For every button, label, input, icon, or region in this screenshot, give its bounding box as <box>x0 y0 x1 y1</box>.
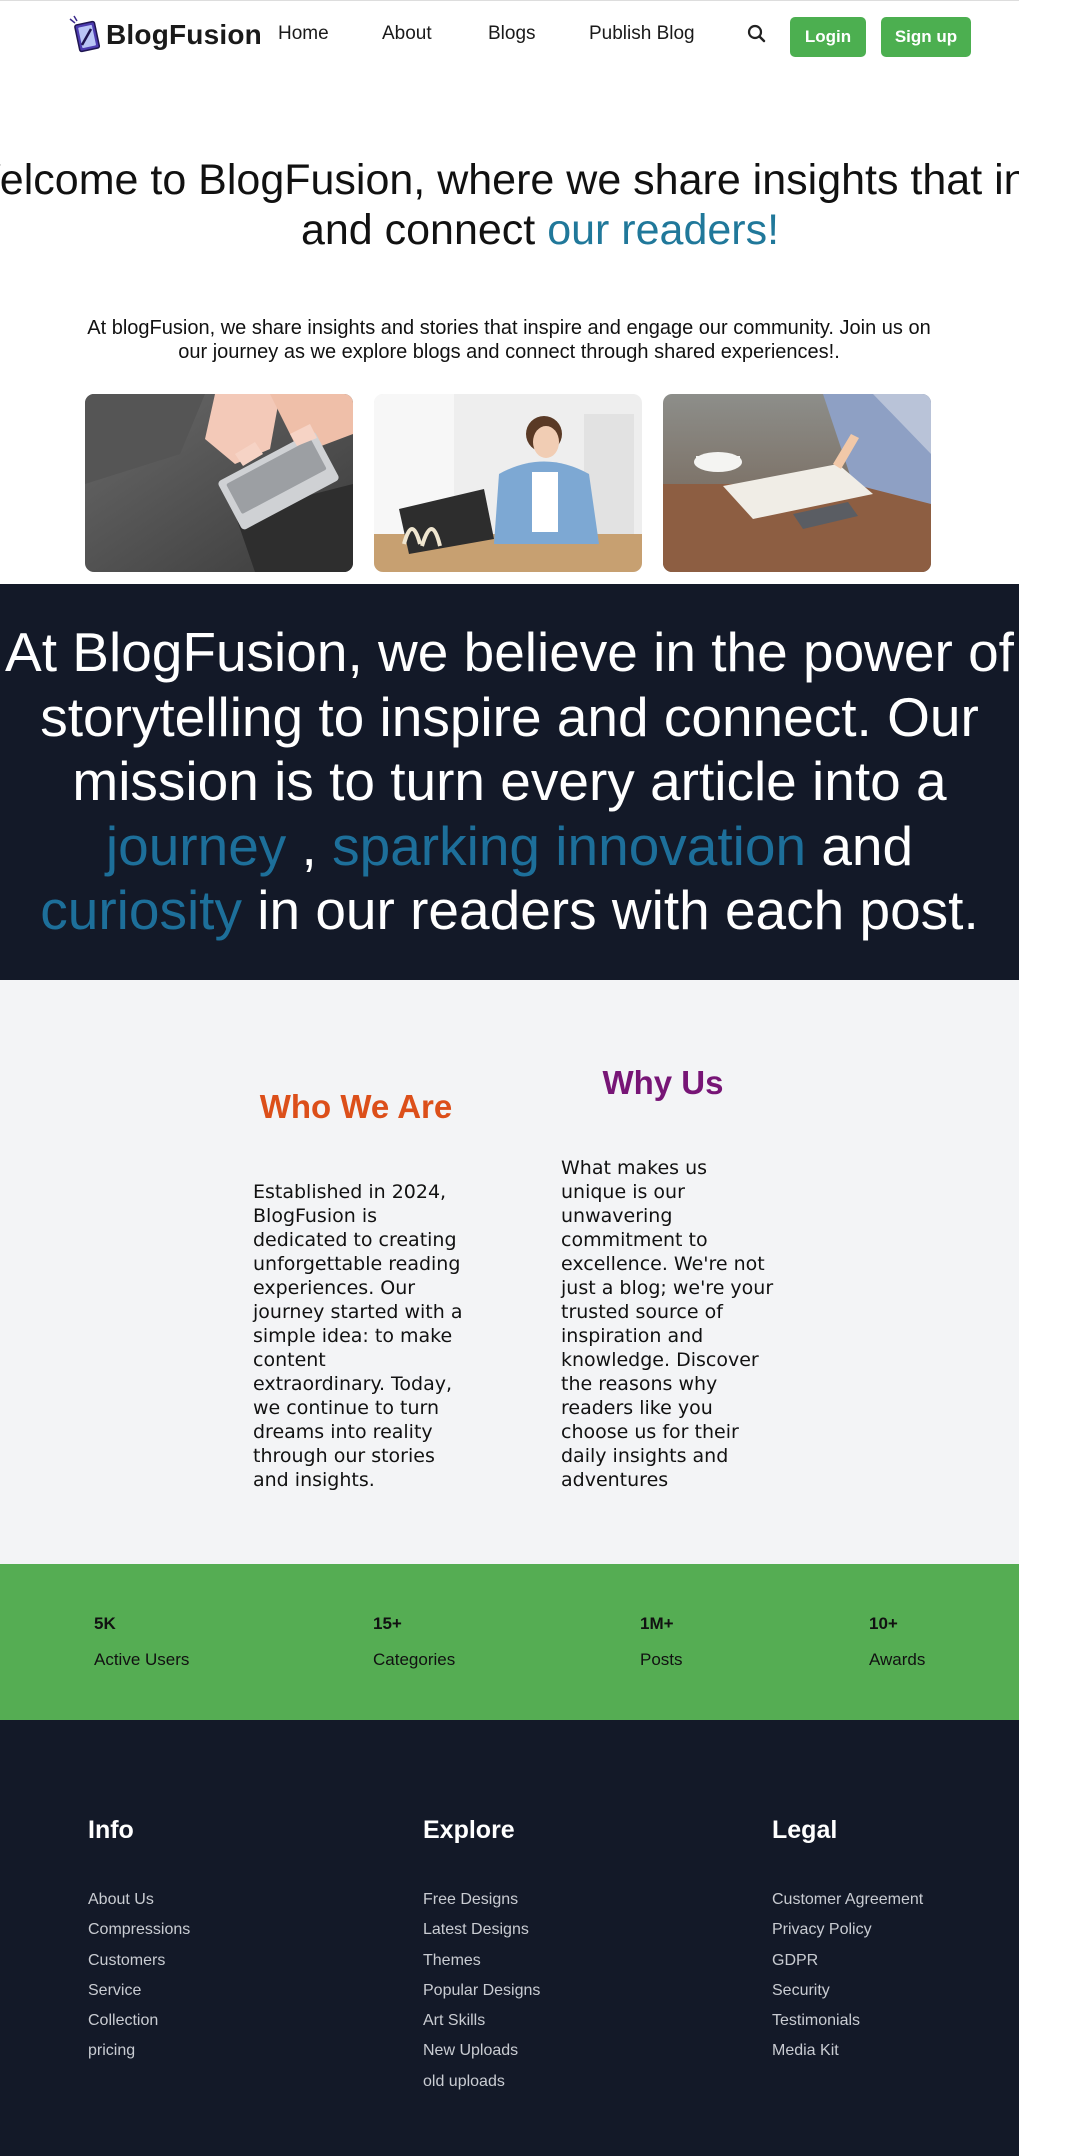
mission-accent-innovation: sparking innovation <box>332 814 807 877</box>
stat-value: 1M+ <box>640 1614 674 1633</box>
mission-line2: storytelling to inspire and connect. Our <box>40 685 979 748</box>
footer: Info About Us Compressions Customers Ser… <box>0 1720 1019 2156</box>
footer-legal-heading: Legal <box>772 1816 838 1844</box>
nav-publish-blog-link[interactable]: Publish Blog <box>589 23 695 45</box>
nav-blogs-link[interactable]: Blogs <box>488 23 536 45</box>
mission-and: and <box>806 814 914 877</box>
stat-label: Active Users <box>94 1650 190 1669</box>
stat-active-users: 5K Active Users <box>94 1614 189 1670</box>
mission-accent-curiosity: curiosity <box>40 879 242 941</box>
footer-link-old-uploads[interactable]: old uploads <box>423 2067 540 2097</box>
footer-link-collection[interactable]: Collection <box>88 2006 190 2036</box>
stat-awards: 10+ Awards <box>869 1614 925 1670</box>
hero-title-line2-prefix: and connect <box>300 206 548 254</box>
book-pen-logo-icon <box>69 15 101 53</box>
hero-title-line1: Welcome to BlogFusion, where we share in… <box>0 156 1080 204</box>
footer-explore-column: Explore Free Designs Latest Designs Them… <box>423 1816 540 2097</box>
page-right-gutter <box>1019 0 1080 2156</box>
login-button[interactable]: Login <box>790 17 866 57</box>
footer-link-compressions[interactable]: Compressions <box>88 1915 190 1945</box>
hero-title-accent: our readers! <box>547 206 780 254</box>
hero-subtitle: At blogFusion, we share insights and sto… <box>87 317 931 363</box>
footer-link-media-kit[interactable]: Media Kit <box>772 2036 923 2066</box>
stat-label: Posts <box>640 1650 683 1669</box>
stat-value: 5K <box>94 1614 116 1633</box>
hero-image-writing-notebook <box>663 394 931 572</box>
stat-label: Awards <box>869 1650 926 1669</box>
footer-explore-heading: Explore <box>423 1816 515 1844</box>
about-section: Who We Are Established in 2024, BlogFusi… <box>0 980 1019 1564</box>
nav-home-link[interactable]: Home <box>278 23 329 45</box>
mission-section: At BlogFusion, we believe in the power o… <box>0 584 1019 980</box>
mission-line1: At BlogFusion, we believe in the power o… <box>5 621 1014 683</box>
footer-link-customers[interactable]: Customers <box>88 1946 190 1976</box>
footer-link-pricing[interactable]: pricing <box>88 2036 190 2066</box>
search-icon <box>747 24 766 43</box>
mission-tail: in our readers with each post. <box>241 879 979 941</box>
nav-about-link[interactable]: About <box>382 23 432 45</box>
footer-link-art-skills[interactable]: Art Skills <box>423 2006 540 2036</box>
stat-value: 10+ <box>869 1614 898 1633</box>
signup-button[interactable]: Sign up <box>881 17 971 57</box>
search-button[interactable] <box>744 21 770 47</box>
why-us-text: What makes us unique is our unwavering c… <box>561 1157 774 1491</box>
stats-section: 5K Active Users 15+ Categories 1M+ Posts… <box>0 1564 1019 1720</box>
brand-name: BlogFusion <box>106 19 262 50</box>
footer-link-privacy-policy[interactable]: Privacy Policy <box>772 1915 923 1945</box>
footer-link-popular-designs[interactable]: Popular Designs <box>423 1976 540 2006</box>
footer-info-column: Info About Us Compressions Customers Ser… <box>88 1816 190 2067</box>
footer-link-customer-agreement[interactable]: Customer Agreement <box>772 1885 923 1915</box>
hero-image-woman-at-laptop <box>374 394 642 572</box>
who-we-are-heading: Who We Are <box>259 1088 453 1125</box>
brand-home-link[interactable]: BlogFusion <box>68 15 262 55</box>
footer-info-heading: Info <box>88 1816 134 1844</box>
stat-label: Categories <box>373 1650 456 1669</box>
footer-link-service[interactable]: Service <box>88 1976 190 2006</box>
footer-legal-column: Legal Customer Agreement Privacy Policy … <box>772 1816 923 2067</box>
why-us-heading: Why Us <box>602 1064 724 1101</box>
stat-value: 15+ <box>373 1614 402 1633</box>
footer-link-free-designs[interactable]: Free Designs <box>423 1885 540 1915</box>
hero-title: Welcome to BlogFusion, where we share in… <box>0 155 1080 255</box>
footer-link-new-uploads[interactable]: New Uploads <box>423 2036 540 2066</box>
mission-statement: At BlogFusion, we believe in the power o… <box>0 620 1019 943</box>
navbar: BlogFusion Home About Blogs Publish Blog… <box>0 0 1080 70</box>
footer-link-themes[interactable]: Themes <box>423 1946 540 1976</box>
hero-image-laptop-on-couch <box>85 394 353 572</box>
mission-separator: , <box>286 814 333 877</box>
mission-accent-journey: journey <box>105 814 287 877</box>
stat-posts: 1M+ Posts <box>640 1614 683 1670</box>
footer-link-security[interactable]: Security <box>772 1976 923 2006</box>
footer-link-gdpr[interactable]: GDPR <box>772 1946 923 1976</box>
mission-line3: mission is to turn every article into a <box>72 750 947 812</box>
who-we-are-text: Established in 2024, BlogFusion is dedic… <box>253 1181 463 1491</box>
footer-link-testimonials[interactable]: Testimonials <box>772 2006 923 2036</box>
stat-categories: 15+ Categories <box>373 1614 455 1670</box>
footer-link-latest-designs[interactable]: Latest Designs <box>423 1915 540 1945</box>
footer-link-about-us[interactable]: About Us <box>88 1885 190 1915</box>
